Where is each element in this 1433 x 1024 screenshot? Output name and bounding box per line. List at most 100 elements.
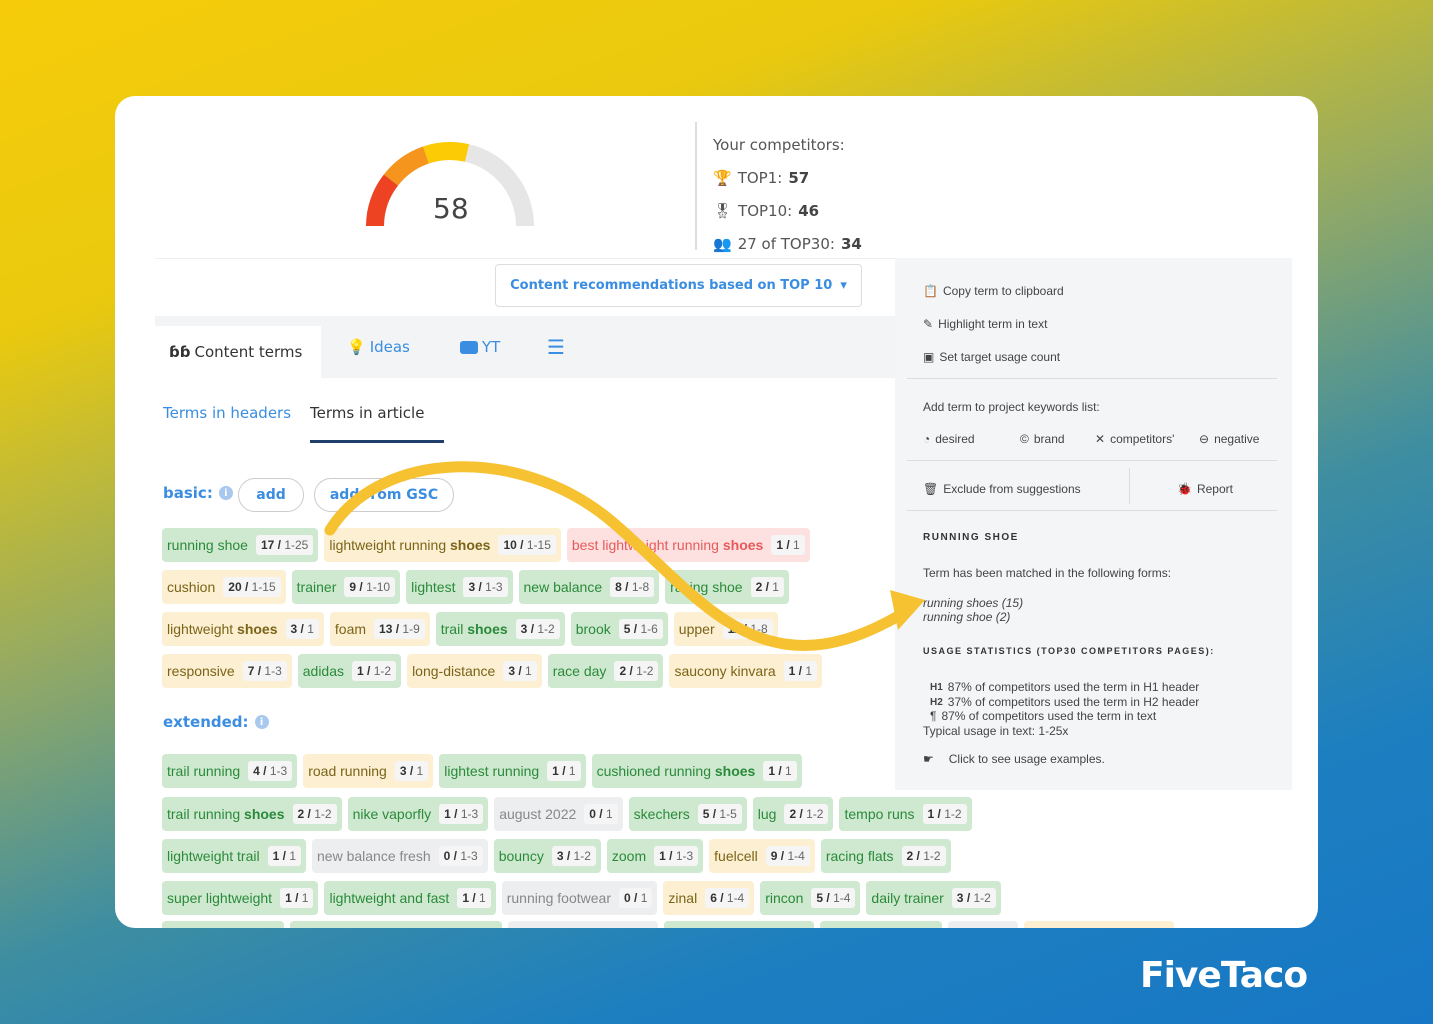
term-chip[interactable]: responsive 7 / 1-3 — [162, 654, 292, 688]
highlight-term-item[interactable]: ✎ Highlight term in text — [923, 317, 1047, 331]
term-chip[interactable]: trail shoes 3 / 1-2 — [435, 612, 565, 646]
divider — [695, 122, 697, 250]
term-label: lightweight and fast — [329, 890, 450, 906]
chip-row: super lightweight 1 / 1 lightweight and fa… — [162, 881, 1001, 915]
add-from-gsc-button[interactable]: add from GSC — [314, 478, 454, 512]
term-label: nike vaporfly — [352, 806, 432, 822]
matched-text: Term has been matched in the following f… — [923, 566, 1172, 580]
report-item[interactable]: 🐞 Report — [1177, 482, 1233, 496]
term-count: 9 / 1-10 — [344, 577, 396, 597]
term-chip[interactable]: saucony kinvara 1 / 1 — [669, 654, 823, 688]
term-chip[interactable]: skechers 5 / 1-5 — [628, 797, 747, 831]
crossed-swords-icon: ✕ — [1095, 432, 1106, 446]
term-chip[interactable]: road running 3 / 1 — [303, 754, 434, 788]
term-chip[interactable]: lug 2 / 1-2 — [752, 797, 834, 831]
app-card: 58 Your competitors: 🏆 TOP1: 57 🎖 TOP10: 4… — [115, 96, 1318, 928]
term-chip[interactable]: august 2022 0 / 1 — [494, 797, 623, 831]
add-button[interactable]: add — [238, 478, 304, 512]
term-chip[interactable]: zinal 6 / 1-4 — [663, 881, 755, 915]
subtab-terms-in-article[interactable]: Terms in article — [310, 404, 424, 422]
term-chip[interactable]: running footwear 0 / 1 — [501, 881, 658, 915]
term-label: bouncy — [498, 848, 544, 864]
fivetaco-logo: FiveTaco — [1140, 955, 1308, 996]
term-chip[interactable]: rincon 5 / 1-4 — [760, 881, 861, 915]
term-chip[interactable]: new balance fresh 0 / 1-3 — [312, 839, 488, 873]
term-count: 5 / 1-4 — [811, 888, 856, 908]
term-chip[interactable]: lightweight shoes 3 / 1 — [162, 612, 324, 646]
usage-examples-link[interactable]: ☛ Click to see usage examples. — [923, 752, 1105, 766]
term-chip[interactable]: trail running shoes 2 / 1-2 — [162, 797, 342, 831]
term-chip[interactable]: nike vaporfly 1 / 1-3 — [347, 797, 489, 831]
copy-term-item[interactable]: 📋 Copy term to clipboard — [923, 284, 1064, 298]
keyword-negative[interactable]: ⊖ negative — [1199, 432, 1259, 446]
term-chip[interactable]: best lightweight running shoes 1 / 1 — [566, 528, 810, 562]
tab-settings[interactable]: ☰ — [547, 316, 565, 378]
label: 87% of competitors used the term in text — [941, 709, 1157, 723]
keyword-competitors[interactable]: ✕ competitors' — [1095, 432, 1174, 446]
trophy-icon: 🏆 — [713, 168, 732, 187]
label: 27 of TOP30: — [737, 234, 835, 253]
term-chip[interactable]: cushion 20 / 1-15 — [162, 570, 286, 604]
set-target-item[interactable]: ▣ Set target usage count — [923, 350, 1060, 364]
term-heading: RUNNING SHOE — [923, 532, 1019, 543]
subtab-terms-in-headers[interactable]: Terms in headers — [163, 404, 291, 422]
term-chip[interactable]: lightest 3 / 1-3 — [406, 570, 513, 604]
term-count: 4 / 1-3 — [248, 761, 293, 781]
term-chip[interactable]: upper 11 / 1-8 — [673, 612, 778, 646]
tab-content-terms[interactable]: ɓɓ Content terms — [155, 326, 321, 378]
term-chip[interactable]: trail running 4 / 1-3 — [162, 754, 298, 788]
term-chip[interactable]: racing shoe 2 / 1 — [665, 570, 789, 604]
term-chip[interactable]: fuelcell 9 / 1-4 — [709, 839, 815, 873]
term-count: 1 / 1 — [547, 761, 581, 781]
term-count: 1 / 1 — [457, 888, 491, 908]
term-chip[interactable]: racing flats 2 / 1-2 — [820, 839, 951, 873]
term-chip[interactable]: lightest running 1 / 1 — [439, 754, 586, 788]
term-chip[interactable]: daily trainer 3 / 1-2 — [866, 881, 1001, 915]
competitors-summary: Your competitors: 🏆 TOP1: 57 🎖 TOP10: 46 👥… — [713, 128, 862, 260]
term-chip[interactable]: bouncy 3 / 1-2 — [493, 839, 601, 873]
keyword-desired[interactable]: ◔ desired — [923, 432, 975, 446]
term-chip[interactable]: brook 5 / 1-6 — [570, 612, 668, 646]
keyword-brand[interactable]: © brand — [1020, 432, 1065, 446]
group-icon: 👥 — [713, 234, 732, 253]
exclude-item[interactable]: 🗑 Exclude from suggestions — [923, 482, 1081, 496]
term-chip[interactable]: lightweight trail 1 / 1 — [162, 839, 306, 873]
term-count: 0 / 1-3 — [438, 846, 483, 866]
info-icon[interactable]: i — [218, 486, 233, 500]
form-1: running shoes (15) — [923, 596, 1024, 610]
term-chip[interactable]: running shoe 17 / 1-25 — [162, 528, 319, 562]
divider — [907, 510, 1277, 511]
term-chip[interactable]: race day 2 / 1-2 — [547, 654, 664, 688]
term-count: 1 / 1 — [783, 661, 818, 681]
term-chip[interactable]: long-distance 3 / 1 — [407, 654, 542, 688]
term-chip[interactable]: cushioned running shoes 1 / 1 — [591, 754, 802, 788]
term-label: adidas — [302, 663, 345, 679]
tab-label: Ideas — [369, 338, 410, 356]
term-chip[interactable]: zoom 1 / 1-3 — [606, 839, 704, 873]
basic-section-label: basic: i — [163, 484, 233, 502]
term-chip[interactable]: trainer 9 / 1-10 — [291, 570, 401, 604]
term-label: tempo runs — [844, 806, 915, 822]
term-chip[interactable]: tempo runs 1 / 1-2 — [839, 797, 972, 831]
term-label: racing flats — [825, 848, 894, 864]
term-chip[interactable]: adidas 1 / 1-2 — [297, 654, 402, 688]
term-count: 2 / 1-2 — [292, 804, 337, 824]
recommendations-dropdown[interactable]: Content recommendations based on TOP 10 ▾ — [495, 264, 862, 307]
info-icon[interactable]: i — [254, 715, 269, 729]
tab-ideas[interactable]: 💡 Ideas — [347, 316, 410, 378]
term-count: 3 / 1 — [503, 661, 537, 681]
term-chip[interactable]: lightweight and fast 1 / 1 — [324, 881, 496, 915]
form-2: running shoe (2) — [923, 610, 1011, 624]
term-chip[interactable]: lightweight running shoes 10 / 1-15 — [324, 528, 561, 562]
term-label: lightweight running shoes — [329, 537, 491, 553]
tab-yt[interactable]: YT — [460, 316, 500, 378]
term-chip[interactable]: super lightweight 1 / 1 — [162, 881, 319, 915]
chip-row: lightweight shoes 3 / 1 foam 13 / 1-9 trail … — [162, 612, 778, 646]
term-chip[interactable]: foam 13 / 1-9 — [329, 612, 430, 646]
term-chip[interactable]: new balance 8 / 1-8 — [518, 570, 660, 604]
term-count: 2 / 1-2 — [784, 804, 829, 824]
term-count: 5 / 1-6 — [618, 619, 663, 639]
term-label: new balance fresh — [317, 848, 431, 864]
desired-icon: ◔ — [923, 432, 931, 446]
term-label: running shoe — [167, 537, 248, 553]
